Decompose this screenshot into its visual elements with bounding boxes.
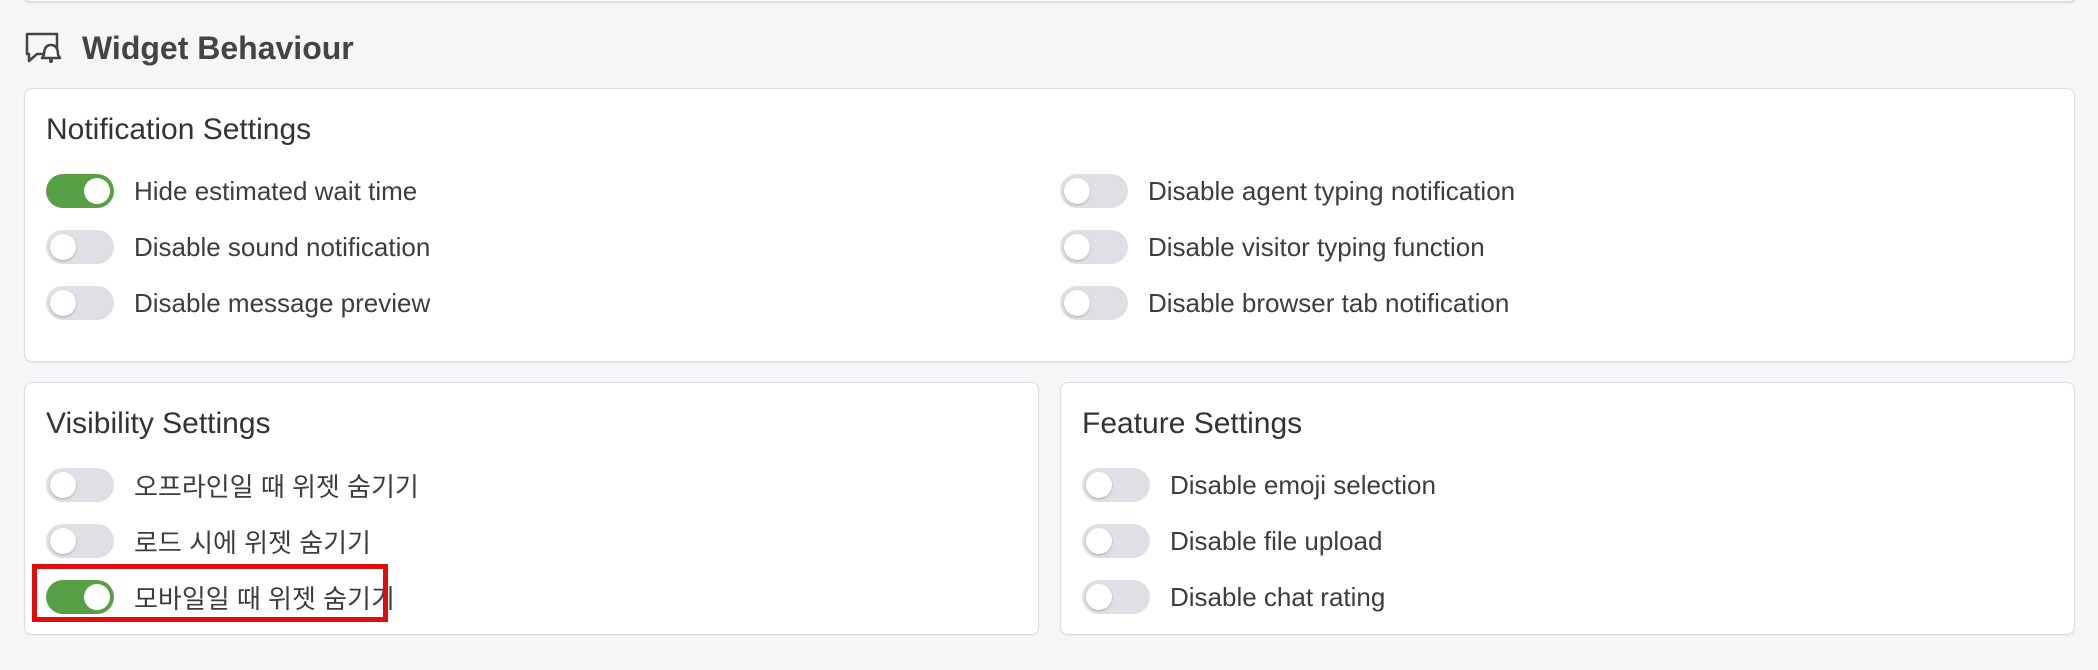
setting-disable-chat-rating[interactable]: Disable chat rating (1082, 577, 1385, 617)
setting-label: Disable agent typing notification (1148, 175, 1516, 206)
setting-label: Disable browser tab notification (1148, 287, 1510, 318)
toggle-knob (50, 528, 76, 554)
setting-label: Disable chat rating (1170, 581, 1386, 612)
setting-label: Disable visitor typing function (1148, 231, 1485, 262)
setting-disable-browser-tab-notification[interactable]: Disable browser tab notification (1060, 283, 1509, 323)
notification-settings-card: Notification Settings Hide estimated wai… (24, 88, 2075, 362)
setting-disable-file-upload[interactable]: Disable file upload (1082, 521, 1382, 561)
chat-bell-icon (24, 31, 62, 65)
toggle-switch[interactable] (46, 174, 114, 208)
setting-label: 로드 시에 위젯 숨기기 (134, 527, 371, 558)
toggle-knob (1086, 584, 1112, 610)
toggle-switch[interactable] (1082, 524, 1150, 558)
toggle-knob (1064, 234, 1090, 260)
setting-label: Disable sound notification (134, 231, 431, 262)
toggle-knob (1064, 290, 1090, 316)
toggle-switch[interactable] (46, 524, 114, 558)
toggle-knob (1086, 472, 1112, 498)
toggle-switch[interactable] (46, 286, 114, 320)
setting-label: 오프라인일 때 위젯 숨기기 (134, 471, 419, 502)
setting-hide-widget-offline[interactable]: 오프라인일 때 위젯 숨기기 (46, 465, 419, 505)
setting-disable-emoji-selection[interactable]: Disable emoji selection (1082, 465, 1436, 505)
toggle-knob (50, 234, 76, 260)
toggle-knob (1086, 528, 1112, 554)
section-header: Widget Behaviour (24, 28, 354, 68)
toggle-knob (84, 178, 110, 204)
notification-settings-title: Notification Settings (46, 113, 312, 146)
toggle-switch[interactable] (46, 230, 114, 264)
feature-settings-card: Feature Settings Disable emoji selection… (1060, 382, 2075, 635)
toggle-switch[interactable] (46, 468, 114, 502)
section-title: Widget Behaviour (82, 29, 354, 66)
toggle-knob (50, 290, 76, 316)
toggle-knob (50, 472, 76, 498)
visibility-settings-title: Visibility Settings (46, 407, 271, 440)
toggle-knob (1064, 178, 1090, 204)
setting-disable-agent-typing-notification[interactable]: Disable agent typing notification (1060, 171, 1515, 211)
previous-card-edge (24, 0, 2076, 2)
toggle-switch[interactable] (1060, 230, 1128, 264)
toggle-switch[interactable] (1060, 286, 1128, 320)
setting-hide-widget-on-load[interactable]: 로드 시에 위젯 숨기기 (46, 521, 371, 561)
setting-disable-sound-notification[interactable]: Disable sound notification (46, 227, 430, 267)
setting-disable-visitor-typing-function[interactable]: Disable visitor typing function (1060, 227, 1485, 267)
setting-label: Disable file upload (1170, 525, 1383, 556)
setting-label: Hide estimated wait time (134, 175, 418, 206)
toggle-switch[interactable] (1060, 174, 1128, 208)
setting-label: Disable message preview (134, 287, 431, 318)
setting-label: Disable emoji selection (1170, 469, 1436, 500)
feature-settings-title: Feature Settings (1082, 407, 1303, 440)
toggle-switch[interactable] (1082, 580, 1150, 614)
setting-disable-message-preview[interactable]: Disable message preview (46, 283, 430, 323)
toggle-switch[interactable] (1082, 468, 1150, 502)
setting-hide-estimated-wait-time[interactable]: Hide estimated wait time (46, 171, 417, 211)
highlight-box (32, 564, 388, 622)
